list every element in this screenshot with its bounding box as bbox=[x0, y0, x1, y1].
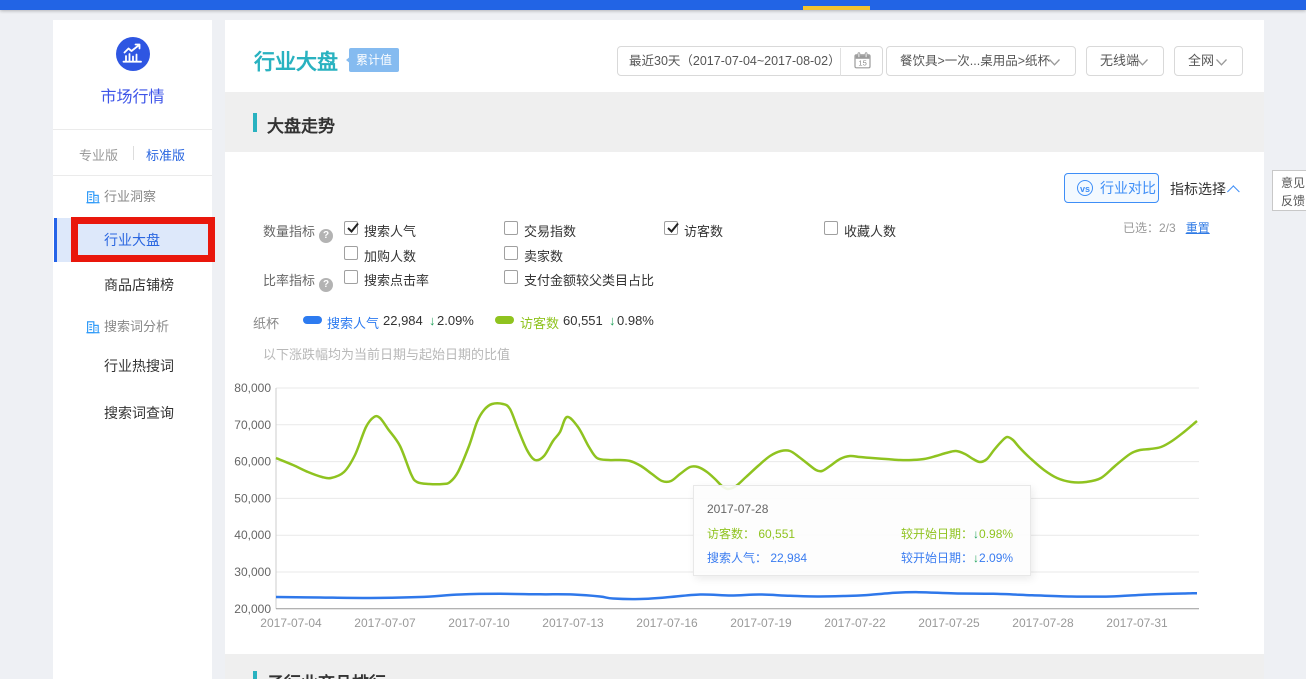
svg-text:60,000: 60,000 bbox=[234, 455, 271, 469]
svg-text:40,000: 40,000 bbox=[234, 528, 271, 542]
svg-text:2017-07-13: 2017-07-13 bbox=[542, 616, 604, 630]
svg-text:2017-07-16: 2017-07-16 bbox=[636, 616, 698, 630]
svg-text:50,000: 50,000 bbox=[234, 491, 271, 505]
svg-text:2017-07-19: 2017-07-19 bbox=[730, 616, 792, 630]
svg-text:2017-07-28: 2017-07-28 bbox=[1012, 616, 1074, 630]
svg-text:2017-07-07: 2017-07-07 bbox=[354, 616, 416, 630]
svg-text:2017-07-10: 2017-07-10 bbox=[448, 616, 510, 630]
svg-text:30,000: 30,000 bbox=[234, 565, 271, 579]
svg-text:2017-07-31: 2017-07-31 bbox=[1106, 616, 1168, 630]
svg-text:2017-07-25: 2017-07-25 bbox=[918, 616, 980, 630]
svg-text:80,000: 80,000 bbox=[234, 381, 271, 395]
svg-text:20,000: 20,000 bbox=[234, 602, 271, 616]
svg-text:70,000: 70,000 bbox=[234, 418, 271, 432]
svg-text:2017-07-04: 2017-07-04 bbox=[260, 616, 322, 630]
svg-text:15: 15 bbox=[858, 59, 866, 68]
svg-text:2017-07-22: 2017-07-22 bbox=[824, 616, 886, 630]
